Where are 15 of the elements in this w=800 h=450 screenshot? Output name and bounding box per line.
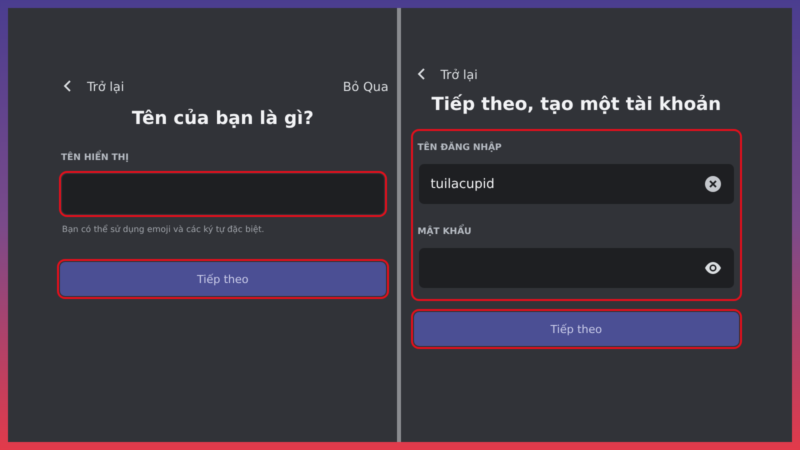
back-icon[interactable] — [63, 80, 73, 92]
eye-icon[interactable] — [704, 259, 722, 277]
input-field[interactable] — [418, 248, 734, 288]
screen-title: Tiếp theo, tạo một tài khoản — [430, 94, 722, 115]
skip-link[interactable]: Bỏ Qua — [342, 78, 388, 94]
screen-title: Tên của bạn là gì? — [130, 108, 315, 129]
back-button[interactable]: Trở lại — [410, 66, 478, 82]
next-button[interactable]: Tiếp theo — [60, 262, 386, 296]
next-button[interactable]: Tiếp theo — [414, 312, 739, 346]
back-button[interactable]: Trở lại — [57, 78, 124, 94]
hint-text: Bạn có thể sử dụng emoji và các ký tự đặc biệt. — [62, 225, 266, 235]
input-field[interactable]: tuilacupid — [418, 164, 734, 204]
clear-icon[interactable] — [704, 175, 722, 193]
field-label: TÊN ĐĂNG NHẬP — [418, 143, 502, 153]
back-icon[interactable] — [416, 68, 426, 80]
